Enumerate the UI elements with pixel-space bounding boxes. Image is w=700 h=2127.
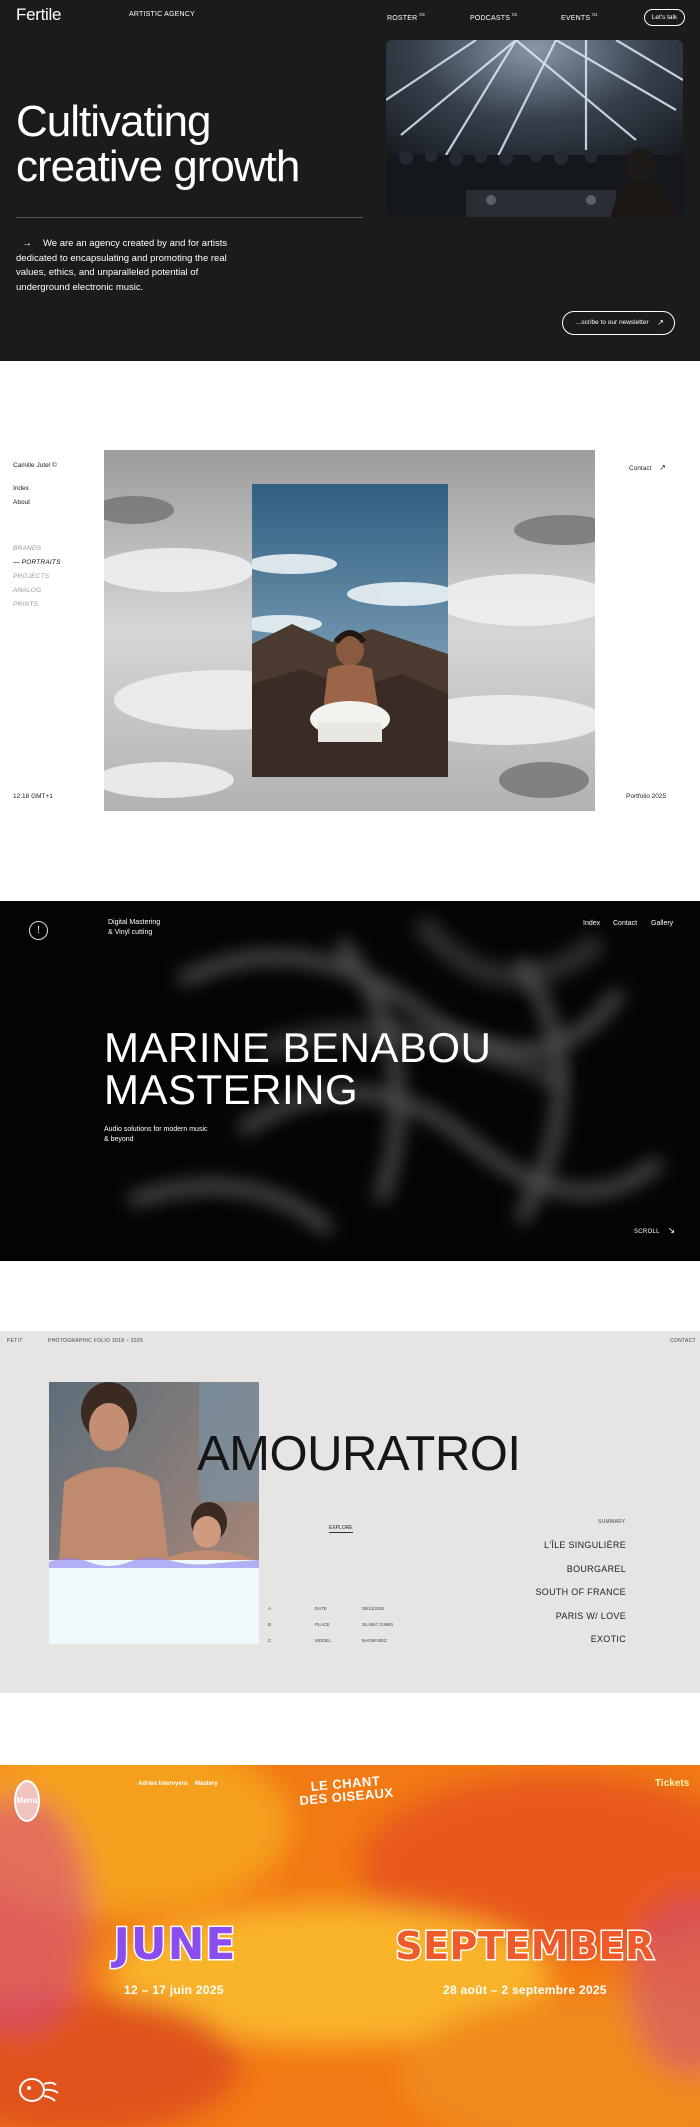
newsletter-label: ...scribe to our newsletter [576, 319, 649, 326]
folio-label: PHOTOGRAPHIC FOLIO 2018 – 2025 [48, 1338, 144, 1344]
category-list: BRANDS — PORTRAITS PROJECTS ANALOG PRINT… [13, 542, 61, 612]
newsletter-button[interactable]: ...scribe to our newsletter ↗ [562, 311, 675, 335]
contact-link[interactable]: CONTACT [670, 1338, 696, 1344]
june-title: JUNE [111, 1919, 237, 1970]
june-dates: 12 – 17 juin 2025 [124, 1983, 224, 1997]
active-marker: — [13, 559, 20, 566]
page-title: MARINE BENABOU MASTERING [104, 1027, 491, 1111]
divider [16, 217, 363, 218]
summary-item[interactable]: SOUTH OF FRANCE [535, 1587, 626, 1597]
nav-label: ROSTER [387, 15, 418, 22]
fertile-tagline: ARTISTIC AGENCY [129, 11, 195, 18]
category-label: PORTRAITS [21, 559, 61, 566]
summary-label: SUMMARY [598, 1519, 626, 1525]
september-heading: SEPTEMBER [394, 1923, 656, 1970]
scroll-indicator[interactable]: SCROLL ↘ [634, 1225, 675, 1236]
fertile-logo[interactable]: Fertile [16, 5, 61, 25]
summary-item[interactable]: BOURGAREL [567, 1564, 626, 1574]
arrow-up-right-icon: ↗ [659, 463, 666, 472]
title-line: MARINE BENABOU [104, 1024, 492, 1071]
category-projects[interactable]: PROJECTS [13, 570, 61, 584]
september-title: SEPTEMBER [395, 1924, 655, 1968]
arrow-down-right-icon: ↘ [667, 1225, 676, 1235]
nav-link[interactable]: Mastery [195, 1781, 218, 1787]
intro-text: We are an agency created by and for arti… [16, 238, 228, 294]
nav-gallery[interactable]: Gallery [651, 920, 673, 927]
nav-count: 03 [419, 12, 425, 17]
summary-item[interactable]: L'ÎLE SINGULIÈRE [544, 1540, 626, 1550]
nav-about[interactable]: About [13, 499, 30, 506]
service-tagline: Digital Mastering & Vinyl cutting [108, 918, 188, 938]
nav-podcasts[interactable]: PODCASTS01 [470, 12, 518, 22]
portrait-photo[interactable] [252, 484, 448, 777]
subtitle-line: & beyond [104, 1136, 134, 1144]
meta-key: C [268, 1638, 272, 1643]
meta-label: MODEL [315, 1638, 332, 1643]
meta-label: PLACE [315, 1622, 330, 1627]
feature-photo[interactable] [49, 1382, 259, 1644]
nav-link[interactable]: Adrien Intervyero [138, 1781, 188, 1787]
info-icon[interactable]: ! [29, 921, 48, 940]
subtitle-line: Audio solutions for modern music [104, 1126, 208, 1133]
contact-link[interactable]: Contact ↗ [629, 463, 666, 472]
local-time: 12:18 GMT+1 [13, 793, 53, 800]
arrow-up-right-icon: ↗ [657, 318, 664, 327]
camille-section: Camille Jutel © Index About BRANDS — POR… [0, 361, 700, 901]
bird-icon[interactable] [18, 2075, 60, 2105]
nav-events[interactable]: EVENTS01 [561, 12, 598, 22]
chant-section: Menu Adrien Intervyero Mastery LE CHANT … [0, 1765, 700, 2127]
contact-label: Contact [629, 465, 652, 472]
tagline-line: Digital Mastering [108, 919, 161, 926]
nav-index[interactable]: Index [583, 920, 600, 927]
meta-key: B [268, 1622, 272, 1627]
page-title: AMOURATROI [197, 1427, 521, 1481]
tickets-button[interactable]: Tickets [655, 1778, 689, 1789]
meta-value: 26.4567,3.9981 [362, 1622, 394, 1627]
september-dates: 28 août – 2 septembre 2025 [443, 1983, 607, 1997]
nav-count: 01 [592, 12, 598, 17]
meta-value: 05/12/2024 [362, 1606, 385, 1611]
nav-contact[interactable]: Contact [613, 920, 637, 927]
photographer-name[interactable]: Camille Jutel © [13, 462, 57, 469]
nav-label: EVENTS [561, 15, 591, 22]
page-title: Cultivating creative growth [16, 97, 300, 191]
meta-key: A [268, 1606, 272, 1611]
category-portraits[interactable]: — PORTRAITS [13, 556, 61, 570]
title-line: MASTERING [104, 1066, 359, 1113]
subtitle: Audio solutions for modern music & beyon… [104, 1125, 254, 1145]
nav-roster[interactable]: ROSTER03 [387, 12, 425, 22]
summary-item[interactable]: PARIS W/ LOVE [556, 1611, 626, 1621]
category-analog[interactable]: ANALOG [13, 584, 61, 598]
amour-section: PETIT PHOTOGRAPHIC FOLIO 2018 – 2025 CON… [0, 1331, 700, 1693]
scroll-label: SCROLL [634, 1229, 660, 1235]
nav-label: PODCASTS [470, 15, 511, 22]
nav-count: 01 [512, 12, 518, 17]
category-brands[interactable]: BRANDS [13, 542, 61, 556]
menu-button[interactable]: Menu [14, 1780, 40, 1822]
meta-value: NAOMI BEZ [362, 1638, 387, 1643]
category-prints[interactable]: PRINTS [13, 598, 61, 612]
lets-talk-button[interactable]: Let's talk [644, 9, 685, 26]
meta-label: DATE [315, 1606, 327, 1611]
explore-link[interactable]: EXPLORE [329, 1525, 353, 1533]
concert-image [386, 40, 683, 217]
nav-index[interactable]: Index [13, 485, 29, 492]
headline-line: creative growth [16, 141, 300, 191]
june-heading: JUNE [109, 1918, 237, 1972]
tagline-line: & Vinyl cutting [108, 929, 153, 937]
fertile-section: Fertile ARTISTIC AGENCY ROSTER03 PODCAST… [0, 0, 700, 361]
marine-section: ! Digital Mastering & Vinyl cutting Inde… [0, 901, 700, 1261]
brand-label[interactable]: PETIT [7, 1338, 23, 1344]
summary-item[interactable]: EXOTIC [591, 1634, 626, 1644]
portfolio-year: Portfolio 2025 [626, 793, 667, 800]
headline-line: Cultivating [16, 97, 211, 146]
